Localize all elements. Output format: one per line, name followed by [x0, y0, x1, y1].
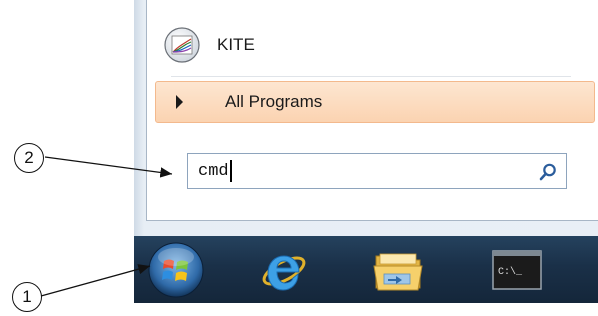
callout-arrows [40, 156, 173, 297]
callout-1-number: 1 [22, 287, 32, 306]
callout-2-arrow [44, 156, 173, 178]
callout-2: 2 [14, 143, 44, 173]
callout-1: 1 [12, 282, 42, 312]
callout-1-arrow [40, 264, 151, 297]
callout-2-number: 2 [24, 148, 34, 167]
